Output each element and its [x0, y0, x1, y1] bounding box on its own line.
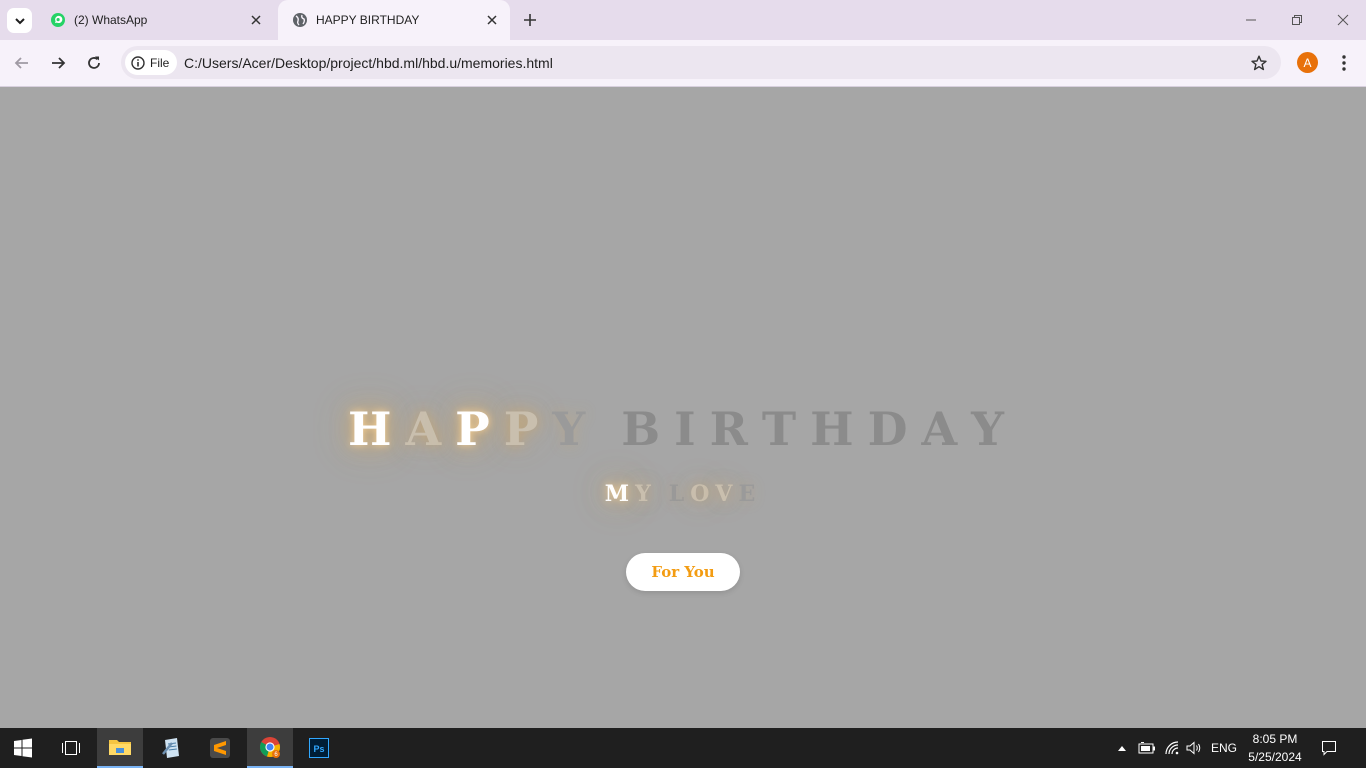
- glow-letter: V: [715, 481, 739, 507]
- close-icon: [1337, 14, 1349, 26]
- address-bar[interactable]: File C:/Users/Acer/Desktop/project/hbd.m…: [121, 46, 1281, 79]
- notepad-icon: [162, 738, 179, 758]
- task-view-icon: [62, 741, 80, 755]
- for-you-button[interactable]: For You: [626, 553, 740, 591]
- glow-letter: M: [604, 481, 636, 507]
- glow-letter: A: [921, 402, 972, 456]
- reload-icon: [88, 56, 100, 69]
- more-vertical-icon: [1342, 55, 1346, 71]
- battery-icon: [1138, 742, 1155, 754]
- network-button[interactable]: [1162, 728, 1184, 768]
- start-button[interactable]: [0, 728, 46, 768]
- bookmark-star-button[interactable]: [1249, 53, 1269, 73]
- speaker-icon: [1186, 741, 1201, 755]
- site-info-chip[interactable]: File: [125, 50, 177, 75]
- arrow-right-icon: [52, 57, 66, 69]
- close-icon[interactable]: [484, 12, 500, 28]
- arrow-left-icon: [14, 57, 28, 69]
- info-icon: [131, 55, 145, 70]
- notes-app-button[interactable]: [148, 728, 194, 768]
- glow-letter: D: [867, 402, 922, 456]
- new-tab-button[interactable]: [520, 10, 540, 30]
- url-text[interactable]: C:/Users/Acer/Desktop/project/hbd.ml/hbd…: [184, 55, 553, 71]
- folder-icon: [109, 740, 131, 755]
- letter-space: [599, 402, 621, 456]
- my-love-subline: MY LOVE: [0, 481, 1366, 507]
- notification-icon: [1322, 741, 1336, 756]
- photoshop-button[interactable]: Ps: [296, 728, 342, 768]
- tab-happy-birthday[interactable]: HAPPY BIRTHDAY: [278, 0, 510, 40]
- plus-icon: [524, 14, 536, 26]
- glow-letter: Y: [552, 402, 600, 456]
- clock-time: 8:05 PM: [1252, 732, 1298, 746]
- sublime-text-icon: [210, 738, 230, 758]
- glow-letter: O: [690, 481, 716, 507]
- happy-birthday-headline: HAPPY BIRTHDAY: [0, 402, 1366, 456]
- task-view-button[interactable]: [48, 728, 94, 768]
- photoshop-icon: Ps: [309, 738, 329, 758]
- glow-letter: Y: [635, 481, 657, 507]
- system-clock[interactable]: 8:05 PM 5/25/2024: [1236, 730, 1314, 766]
- tab-strip: (2) WhatsApp HAPPY BIRTHDAY: [0, 0, 1366, 40]
- glow-letter: I: [674, 402, 710, 456]
- battery-button[interactable]: [1136, 728, 1158, 768]
- action-center-button[interactable]: [1314, 728, 1344, 768]
- volume-button[interactable]: [1184, 728, 1204, 768]
- glow-letter: H: [348, 402, 406, 456]
- tab-title: HAPPY BIRTHDAY: [316, 13, 420, 27]
- sublime-text-button[interactable]: [197, 728, 243, 768]
- windows-taskbar: 6 Ps ENG 8:05 PM 5/25/2024: [0, 728, 1366, 768]
- back-button[interactable]: [10, 51, 34, 75]
- glow-letter: A: [405, 402, 456, 456]
- chrome-button[interactable]: 6: [247, 728, 293, 768]
- reload-button[interactable]: [82, 51, 106, 75]
- globe-icon: [293, 13, 307, 27]
- star-icon: [1251, 55, 1267, 71]
- tab-whatsapp[interactable]: (2) WhatsApp: [36, 0, 274, 40]
- svg-text:Ps: Ps: [313, 744, 324, 754]
- close-icon[interactable]: [248, 12, 264, 28]
- minimize-icon: [1246, 19, 1256, 21]
- file-explorer-button[interactable]: [97, 728, 143, 768]
- subline-text: MY LOVE: [605, 481, 762, 507]
- glow-letter: P: [503, 402, 553, 456]
- glow-letter: B: [621, 402, 675, 456]
- whatsapp-icon: [51, 13, 65, 27]
- windows-logo-icon: [14, 738, 32, 758]
- glow-letter: T: [761, 402, 811, 456]
- letter-space: [657, 481, 669, 507]
- profile-avatar[interactable]: A: [1297, 52, 1318, 73]
- tray-overflow-button[interactable]: [1114, 728, 1130, 768]
- restore-button[interactable]: [1274, 0, 1320, 40]
- glow-letter: E: [738, 481, 762, 507]
- browser-menu-button[interactable]: [1334, 51, 1354, 75]
- minimize-button[interactable]: [1228, 0, 1274, 40]
- glow-letter: R: [709, 402, 762, 456]
- chrome-icon: 6: [259, 737, 280, 758]
- page-content: HAPPY BIRTHDAY MY LOVE For You: [0, 87, 1366, 728]
- site-chip-label: File: [150, 55, 170, 70]
- glow-letter: H: [810, 402, 868, 456]
- tab-search-button[interactable]: [7, 8, 32, 33]
- chevron-down-icon: [14, 17, 25, 24]
- tab-title: (2) WhatsApp: [74, 13, 148, 27]
- chevron-up-icon: [1118, 746, 1126, 751]
- glow-letter: Y: [971, 402, 1018, 456]
- glow-letter: P: [455, 402, 504, 456]
- browser-toolbar: File C:/Users/Acer/Desktop/project/hbd.m…: [0, 40, 1366, 87]
- headline-text: HAPPY BIRTHDAY: [348, 402, 1018, 456]
- forward-button[interactable]: [46, 51, 70, 75]
- clock-date: 5/25/2024: [1248, 750, 1302, 764]
- glow-letter: L: [668, 481, 691, 507]
- close-window-button[interactable]: [1320, 0, 1366, 40]
- wifi-icon: [1165, 741, 1179, 755]
- restore-icon: [1292, 15, 1302, 25]
